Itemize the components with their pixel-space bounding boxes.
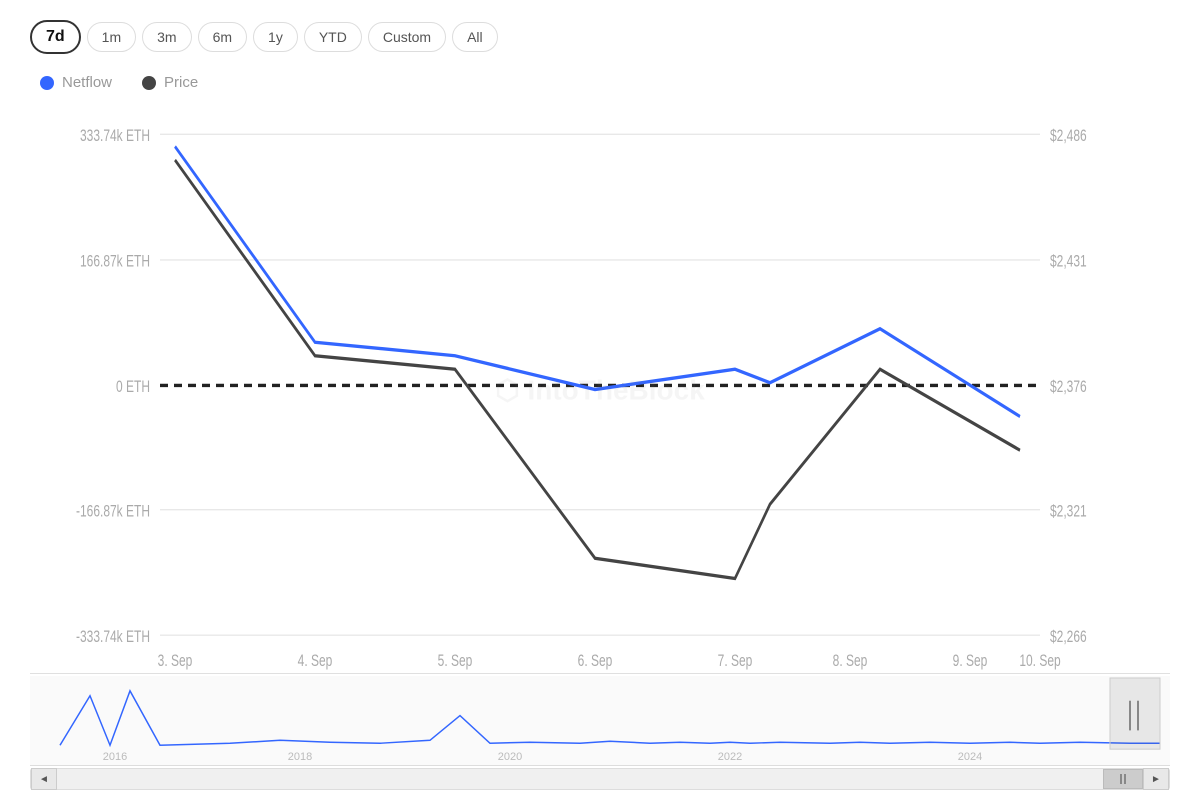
time-btn-ytd[interactable]: YTD xyxy=(304,22,362,52)
svg-text:5. Sep: 5. Sep xyxy=(438,653,473,671)
svg-text:2018: 2018 xyxy=(288,751,312,763)
svg-text:2016: 2016 xyxy=(103,751,127,763)
chart-legend: Netflow Price xyxy=(30,74,1170,91)
legend-netflow: Netflow xyxy=(40,74,112,91)
netflow-dot xyxy=(40,76,54,90)
time-btn-all[interactable]: All xyxy=(452,22,498,52)
svg-text:166.87k ETH: 166.87k ETH xyxy=(80,253,150,271)
time-btn-1m[interactable]: 1m xyxy=(87,22,136,52)
time-btn-6m[interactable]: 6m xyxy=(198,22,247,52)
main-chart: ⬡ IntoTheBlock 333.74k ETH 166.87k ETH 0… xyxy=(30,106,1170,674)
price-dot xyxy=(142,76,156,90)
svg-text:$2,431: $2,431 xyxy=(1050,253,1087,271)
scroll-left-button[interactable]: ◄ xyxy=(31,768,57,790)
time-btn-7d[interactable]: 7d xyxy=(30,20,81,54)
scroll-track[interactable] xyxy=(57,769,1143,789)
scroll-thumb[interactable] xyxy=(1103,769,1143,789)
svg-text:$2,486: $2,486 xyxy=(1050,127,1087,145)
svg-text:-333.74k ETH: -333.74k ETH xyxy=(76,628,150,646)
legend-price: Price xyxy=(142,74,198,91)
svg-text:6. Sep: 6. Sep xyxy=(578,653,613,671)
time-btn-1y[interactable]: 1y xyxy=(253,22,298,52)
netflow-label: Netflow xyxy=(62,74,112,91)
chart-wrapper: ⬡ IntoTheBlock 333.74k ETH 166.87k ETH 0… xyxy=(30,106,1170,790)
mini-chart: 2016 2018 2020 2022 2024 xyxy=(30,676,1170,766)
time-range-selector: 7d 1m 3m 6m 1y YTD Custom All xyxy=(30,20,1170,54)
mini-chart-svg: 2016 2018 2020 2022 2024 xyxy=(30,676,1170,765)
svg-text:3. Sep: 3. Sep xyxy=(158,653,193,671)
app-container: 7d 1m 3m 6m 1y YTD Custom All Netflow Pr… xyxy=(0,0,1200,800)
scrollbar: ◄ ► xyxy=(30,768,1170,790)
svg-text:4. Sep: 4. Sep xyxy=(298,653,333,671)
thumb-line-1 xyxy=(1120,774,1122,784)
svg-text:7. Sep: 7. Sep xyxy=(718,653,753,671)
svg-text:2022: 2022 xyxy=(718,751,742,763)
scroll-right-button[interactable]: ► xyxy=(1143,768,1169,790)
svg-text:0 ETH: 0 ETH xyxy=(116,379,150,397)
scroll-thumb-handle xyxy=(1120,774,1126,784)
svg-text:333.74k ETH: 333.74k ETH xyxy=(80,127,150,145)
main-chart-svg: 333.74k ETH 166.87k ETH 0 ETH -166.87k E… xyxy=(30,106,1170,673)
svg-text:2024: 2024 xyxy=(958,751,982,763)
time-btn-custom[interactable]: Custom xyxy=(368,22,446,52)
svg-text:$2,321: $2,321 xyxy=(1050,503,1087,521)
svg-text:2020: 2020 xyxy=(498,751,522,763)
svg-text:10. Sep: 10. Sep xyxy=(1019,653,1060,671)
svg-text:-166.87k ETH: -166.87k ETH xyxy=(76,503,150,521)
svg-text:9. Sep: 9. Sep xyxy=(953,653,988,671)
time-btn-3m[interactable]: 3m xyxy=(142,22,191,52)
svg-text:$2,266: $2,266 xyxy=(1050,628,1087,646)
svg-text:8. Sep: 8. Sep xyxy=(833,653,868,671)
price-label: Price xyxy=(164,74,198,91)
thumb-line-2 xyxy=(1124,774,1126,784)
svg-text:$2,376: $2,376 xyxy=(1050,379,1087,397)
